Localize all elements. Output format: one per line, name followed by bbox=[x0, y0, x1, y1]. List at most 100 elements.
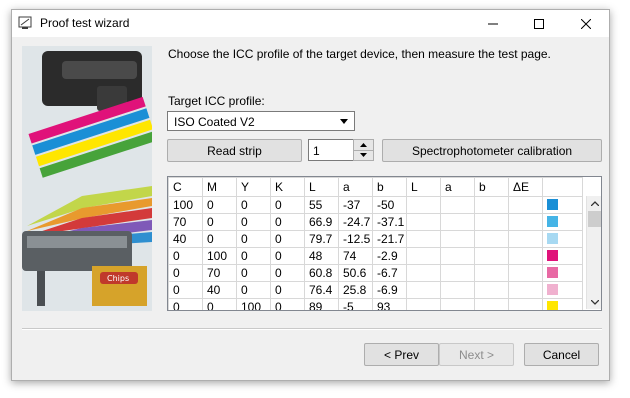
table-cell[interactable]: 0 bbox=[168, 298, 203, 310]
strip-number-input[interactable]: 1 bbox=[308, 139, 354, 161]
table-row[interactable]: 0 70 0 0 60.8 50.6 -6.7 bbox=[168, 264, 583, 282]
column-header[interactable]: C bbox=[168, 177, 203, 197]
table-cell[interactable]: 0 bbox=[202, 230, 237, 248]
table-cell[interactable]: 100 bbox=[168, 196, 203, 214]
table-cell[interactable]: -21.7 bbox=[372, 230, 407, 248]
table-cell[interactable]: 100 bbox=[202, 247, 237, 265]
table-cell[interactable] bbox=[440, 196, 475, 214]
table-cell[interactable] bbox=[474, 213, 509, 231]
table-cell[interactable] bbox=[440, 213, 475, 231]
read-strip-button[interactable]: Read strip bbox=[167, 139, 302, 162]
table-cell[interactable]: 0 bbox=[236, 247, 271, 265]
table-cell[interactable]: 0 bbox=[270, 247, 305, 265]
table-cell[interactable] bbox=[508, 230, 543, 248]
column-header[interactable]: a bbox=[440, 177, 475, 197]
table-cell[interactable] bbox=[440, 281, 475, 299]
table-cell[interactable]: 55 bbox=[304, 196, 339, 214]
table-cell[interactable]: 0 bbox=[236, 196, 271, 214]
column-header[interactable]: b bbox=[372, 177, 407, 197]
cancel-button[interactable]: Cancel bbox=[524, 343, 599, 366]
table-cell[interactable]: 76.4 bbox=[304, 281, 339, 299]
table-cell[interactable]: 0 bbox=[236, 230, 271, 248]
table-cell[interactable]: 70 bbox=[202, 264, 237, 282]
table-cell[interactable] bbox=[440, 230, 475, 248]
table-cell[interactable] bbox=[474, 298, 509, 310]
table-cell[interactable] bbox=[406, 196, 441, 214]
table-cell[interactable] bbox=[508, 247, 543, 265]
next-button[interactable]: Next > bbox=[439, 343, 514, 366]
table-cell[interactable] bbox=[474, 196, 509, 214]
table-cell[interactable] bbox=[508, 298, 543, 310]
table-cell[interactable]: 25.8 bbox=[338, 281, 373, 299]
table-cell[interactable]: 0 bbox=[202, 213, 237, 231]
table-cell[interactable]: -50 bbox=[372, 196, 407, 214]
table-cell[interactable]: -12.5 bbox=[338, 230, 373, 248]
scroll-up-button[interactable] bbox=[587, 196, 601, 210]
table-cell[interactable]: 74 bbox=[338, 247, 373, 265]
table-cell[interactable]: -37.1 bbox=[372, 213, 407, 231]
calibration-button[interactable]: Spectrophotometer calibration bbox=[382, 139, 602, 162]
table-row[interactable]: 40 0 0 0 79.7 -12.5 -21.7 bbox=[168, 230, 583, 248]
measurement-grid[interactable]: C M Y K La b La b ΔE 100 0 0 0 55 -37 -50 70 0 0 0 66.9 -24.… bbox=[167, 176, 602, 311]
table-cell[interactable] bbox=[406, 298, 441, 310]
table-cell[interactable] bbox=[440, 298, 475, 310]
table-cell[interactable]: 0 bbox=[236, 264, 271, 282]
table-cell[interactable] bbox=[406, 264, 441, 282]
table-row[interactable]: 70 0 0 0 66.9 -24.7 -37.1 bbox=[168, 213, 583, 231]
table-cell[interactable]: 79.7 bbox=[304, 230, 339, 248]
table-cell[interactable]: -6.9 bbox=[372, 281, 407, 299]
table-cell[interactable]: 0 bbox=[270, 230, 305, 248]
spin-down-button[interactable] bbox=[354, 150, 373, 160]
table-cell[interactable]: 0 bbox=[202, 196, 237, 214]
column-header[interactable]: L bbox=[406, 177, 441, 197]
table-cell[interactable]: -5 bbox=[338, 298, 373, 310]
column-header[interactable]: a bbox=[338, 177, 373, 197]
table-cell[interactable]: 50.6 bbox=[338, 264, 373, 282]
table-cell[interactable] bbox=[406, 247, 441, 265]
icc-profile-select[interactable]: ISO Coated V2 bbox=[167, 111, 355, 131]
table-cell[interactable] bbox=[474, 247, 509, 265]
table-cell[interactable]: 0 bbox=[236, 213, 271, 231]
table-cell[interactable] bbox=[406, 230, 441, 248]
column-header[interactable]: ΔE bbox=[508, 177, 543, 197]
table-cell[interactable]: 93 bbox=[372, 298, 407, 310]
table-cell[interactable]: 0 bbox=[270, 264, 305, 282]
prev-button[interactable]: < Prev bbox=[364, 343, 439, 366]
table-cell[interactable]: 70 bbox=[168, 213, 203, 231]
table-cell[interactable] bbox=[508, 281, 543, 299]
table-cell[interactable]: 48 bbox=[304, 247, 339, 265]
table-cell[interactable] bbox=[440, 247, 475, 265]
table-cell[interactable]: 0 bbox=[270, 281, 305, 299]
table-row[interactable]: 0 40 0 0 76.4 25.8 -6.9 bbox=[168, 281, 583, 299]
maximize-button[interactable] bbox=[516, 10, 562, 37]
table-cell[interactable]: 0 bbox=[202, 298, 237, 310]
column-header[interactable]: M bbox=[202, 177, 237, 197]
table-cell[interactable]: 89 bbox=[304, 298, 339, 310]
table-cell[interactable]: 0 bbox=[270, 298, 305, 310]
grid-scrollbar[interactable] bbox=[586, 196, 601, 309]
table-cell[interactable]: 0 bbox=[270, 196, 305, 214]
table-cell[interactable] bbox=[508, 213, 543, 231]
table-cell[interactable]: -37 bbox=[338, 196, 373, 214]
scroll-thumb[interactable] bbox=[588, 211, 601, 227]
table-cell[interactable]: 0 bbox=[168, 281, 203, 299]
column-header[interactable]: L bbox=[304, 177, 339, 197]
table-cell[interactable]: -2.9 bbox=[372, 247, 407, 265]
table-cell[interactable] bbox=[474, 264, 509, 282]
table-cell[interactable] bbox=[406, 281, 441, 299]
column-header[interactable] bbox=[542, 177, 583, 197]
table-cell[interactable]: 0 bbox=[270, 213, 305, 231]
table-cell[interactable]: -24.7 bbox=[338, 213, 373, 231]
table-cell[interactable]: 40 bbox=[202, 281, 237, 299]
table-cell[interactable] bbox=[474, 230, 509, 248]
column-header[interactable]: b bbox=[474, 177, 509, 197]
table-cell[interactable]: -6.7 bbox=[372, 264, 407, 282]
table-cell[interactable]: 0 bbox=[168, 264, 203, 282]
table-cell[interactable]: 66.9 bbox=[304, 213, 339, 231]
column-header[interactable]: Y bbox=[236, 177, 271, 197]
table-cell[interactable]: 0 bbox=[168, 247, 203, 265]
table-cell[interactable]: 100 bbox=[236, 298, 271, 310]
table-row[interactable]: 100 0 0 0 55 -37 -50 bbox=[168, 196, 583, 214]
table-cell[interactable] bbox=[440, 264, 475, 282]
table-cell[interactable]: 40 bbox=[168, 230, 203, 248]
